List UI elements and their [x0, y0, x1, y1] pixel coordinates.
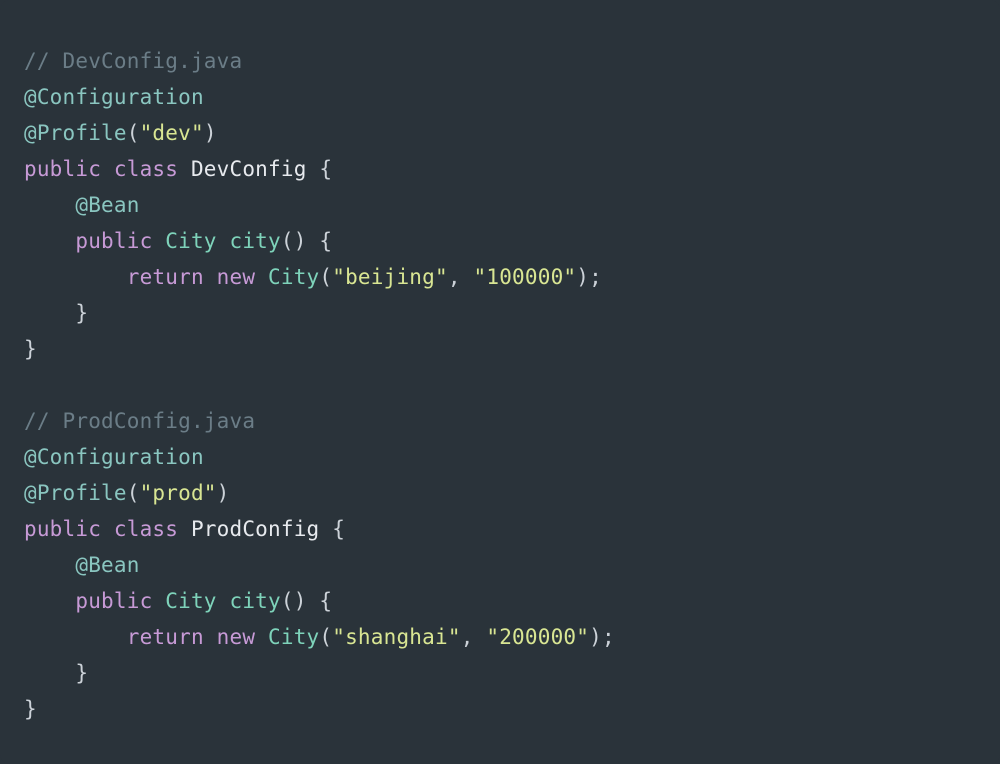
code-token-punct: );: [576, 265, 602, 289]
code-token-keyword: class: [113, 157, 179, 181]
code-token-punct: () {: [280, 589, 333, 613]
code-token-punct: {: [319, 157, 333, 181]
code-line: }: [24, 655, 1000, 691]
code-token-type: City: [268, 265, 320, 289]
code-token-punct: ,: [447, 265, 474, 289]
code-line: // DevConfig.java: [24, 43, 1000, 79]
code-token-annotation: @Profile: [24, 481, 127, 505]
code-token-comment: // ProdConfig.java: [24, 409, 256, 433]
code-token-string: "dev": [139, 121, 204, 145]
code-token-keyword: class: [113, 517, 179, 541]
code-token-string: "100000": [473, 265, 577, 289]
code-line: return new City("shanghai", "200000");: [24, 619, 1000, 655]
code-token-string: "prod": [139, 481, 217, 505]
code-token-keyword: return: [126, 625, 204, 649]
code-token-type: City: [268, 625, 320, 649]
code-line: public class ProdConfig {: [24, 511, 1000, 547]
code-token-punct: (: [319, 625, 333, 649]
code-token-type: City: [165, 229, 217, 253]
code-token-punct: );: [589, 625, 615, 649]
code-line: @Configuration: [24, 79, 1000, 115]
code-token-punct: (: [126, 481, 140, 505]
code-line: public class DevConfig {: [24, 151, 1000, 187]
code-token-punct: ): [216, 481, 230, 505]
code-token-punct: ): [203, 121, 217, 145]
code-token-punct: (: [319, 265, 333, 289]
code-token-keyword: public: [24, 157, 102, 181]
code-line: @Configuration: [24, 439, 1000, 475]
code-token-punct: {: [332, 517, 346, 541]
code-token-comment: // DevConfig.java: [24, 49, 243, 73]
code-line: }: [24, 331, 1000, 367]
code-line: @Profile("dev"): [24, 115, 1000, 151]
code-line: @Bean: [24, 547, 1000, 583]
code-token-string: "shanghai": [332, 625, 461, 649]
code-token-keyword: public: [24, 517, 102, 541]
code-token-punct: (: [126, 121, 140, 145]
code-token-punct: () {: [280, 229, 333, 253]
code-token-punct: }: [24, 337, 37, 361]
code-token-keyword: public: [75, 229, 153, 253]
code-line: }: [24, 691, 1000, 727]
code-token-keyword: new: [216, 265, 256, 289]
code-line: public City city() {: [24, 583, 1000, 619]
code-token-string: "beijing": [332, 265, 448, 289]
code-token-classname: ProdConfig: [190, 517, 320, 541]
code-block: // DevConfig.java @Configuration @Profile(…: [0, 0, 1000, 764]
code-token-classname: DevConfig: [190, 157, 307, 181]
code-token-type: City: [165, 589, 217, 613]
code-line: @Profile("prod"): [24, 475, 1000, 511]
code-token-method: city: [229, 229, 281, 253]
code-token-string: "200000": [486, 625, 590, 649]
code-line: }: [24, 295, 1000, 331]
code-token-annotation: @Profile: [24, 121, 127, 145]
code-line: public City city() {: [24, 223, 1000, 259]
code-token-punct: }: [24, 697, 37, 721]
code-token-annotation: @Bean: [75, 553, 140, 577]
code-token-punct: }: [75, 661, 89, 685]
code-content[interactable]: // DevConfig.java @Configuration @Profile(…: [0, 43, 1000, 727]
code-token-annotation: @Configuration: [24, 445, 204, 469]
code-token-punct: ,: [460, 625, 487, 649]
code-token-keyword: return: [126, 265, 204, 289]
code-token-keyword: new: [216, 625, 256, 649]
code-line: @Bean: [24, 187, 1000, 223]
code-token-punct: }: [75, 301, 89, 325]
code-token-annotation: @Bean: [75, 193, 140, 217]
code-line: // ProdConfig.java: [24, 403, 1000, 439]
code-token-annotation: @Configuration: [24, 85, 204, 109]
code-line: return new City("beijing", "100000");: [24, 259, 1000, 295]
code-token-keyword: public: [75, 589, 153, 613]
code-token-method: city: [229, 589, 281, 613]
